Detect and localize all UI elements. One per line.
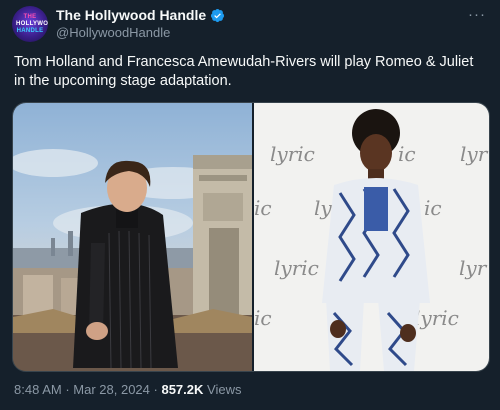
backdrop-logo-text: lyric	[270, 142, 315, 166]
views-label: Views	[207, 382, 242, 397]
verified-badge-icon	[211, 8, 225, 22]
tweet-date[interactable]: Mar 28, 2024	[73, 382, 150, 397]
backdrop-logo-text: lyric	[414, 306, 459, 330]
account-name[interactable]: The Hollywood Handle	[56, 7, 225, 23]
avatar[interactable]: THE HOLLYWOOD HANDLE	[12, 6, 48, 42]
backdrop-logo-text: ic	[424, 196, 442, 220]
account-handle[interactable]: @HollywoodHandle	[56, 25, 170, 40]
more-dots-icon[interactable]: ···	[468, 6, 486, 23]
backdrop-logo-text: lyr	[460, 142, 489, 166]
account-display-name[interactable]: The Hollywood Handle	[56, 7, 206, 23]
photo-francesca-amewudah-rivers[interactable]: lyric ic lyr ic lyr ic lyric lyr ic lyri…	[254, 103, 489, 371]
backdrop-logo-text: ic	[254, 306, 272, 330]
tweet-text: Tom Holland and Francesca Amewudah-River…	[14, 54, 474, 89]
photo-left-illustration	[13, 149, 252, 371]
backdrop-logo-text: lyric	[274, 256, 319, 280]
media-grid[interactable]: lyric ic lyr ic lyr ic lyric lyr ic lyri…	[12, 102, 490, 372]
avatar-text-line: THE	[23, 14, 37, 20]
photo-tom-holland[interactable]	[13, 103, 252, 371]
avatar-text-line: HANDLE	[16, 28, 44, 34]
views-count: 857.2K	[161, 382, 204, 397]
avatar-text-line: HOLLYWOOD	[16, 21, 48, 27]
backdrop-logo-text: ic	[398, 142, 416, 166]
photo-right-illustration: lyric ic lyr ic lyr ic lyric lyr ic lyri…	[254, 109, 489, 371]
tweet-time[interactable]: 8:48 AM	[14, 382, 62, 397]
tweet-meta: 8:48 AM · Mar 28, 2024 · 857.2K Views	[14, 382, 241, 397]
backdrop-logo-text: lyr	[459, 256, 488, 280]
backdrop-logo-text: ic	[254, 196, 272, 220]
